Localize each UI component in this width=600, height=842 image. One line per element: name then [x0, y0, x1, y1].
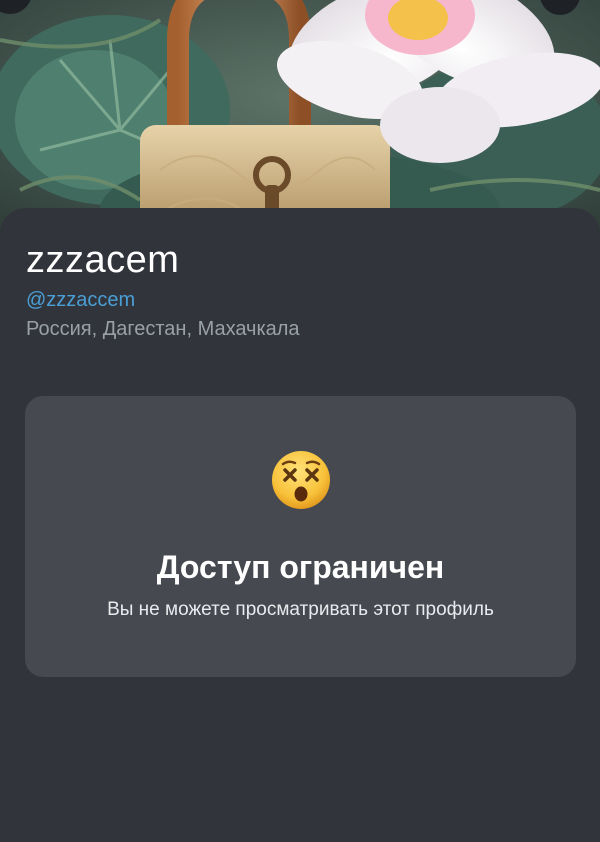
profile-name: zzzacem — [26, 239, 180, 281]
restricted-subtitle: Вы не можете просматривать этот профиль — [107, 599, 494, 620]
profile-handle-link[interactable]: @zzzaccem — [26, 288, 135, 312]
restricted-access-card: Доступ ограничен Вы не можете просматрив… — [25, 396, 576, 677]
profile-screen: zzzacem @zzzaccem Россия, Дагестан, Маха… — [0, 0, 600, 842]
profile-cover-image — [0, 0, 600, 240]
restricted-title: Доступ ограничен — [156, 549, 445, 585]
dizzy-face-icon — [271, 450, 331, 510]
profile-info-sheet: zzzacem @zzzaccem Россия, Дагестан, Маха… — [0, 208, 600, 842]
profile-location: Россия, Дагестан, Махачкала — [26, 318, 300, 340]
